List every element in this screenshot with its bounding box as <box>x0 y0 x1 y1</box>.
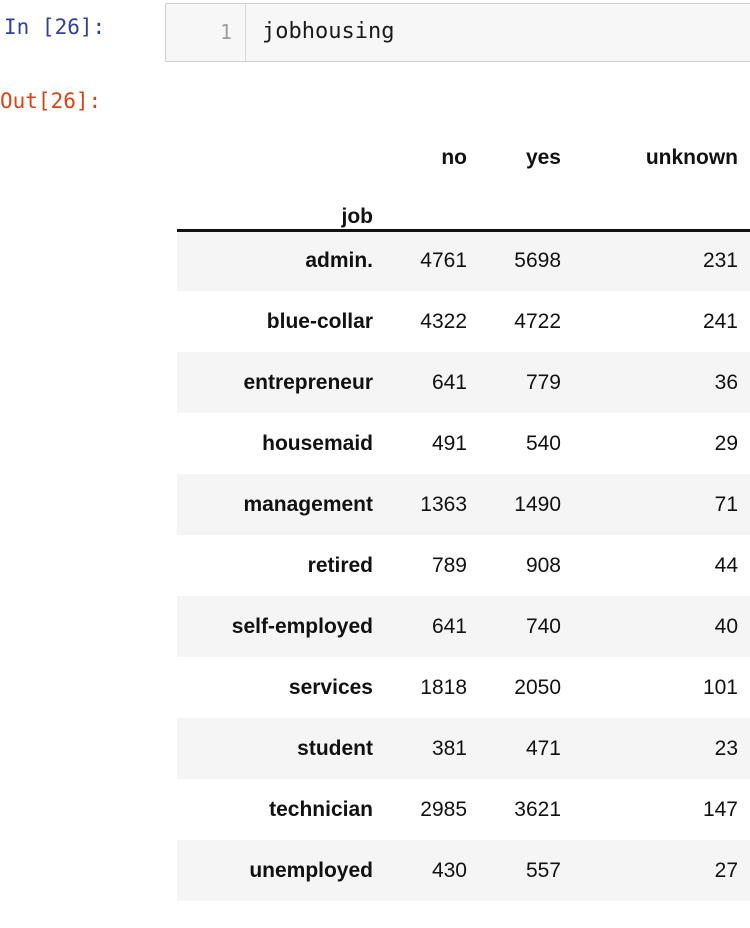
cell-yes: 5698 <box>514 249 561 273</box>
line-number-gutter: 1 <box>166 4 246 61</box>
dataframe-output: no yes unknown job admin. 4761 5698 231 … <box>177 122 750 901</box>
row-index-label: self-employed <box>231 614 373 638</box>
dataframe-table: no yes unknown job admin. 4761 5698 231 … <box>177 122 750 901</box>
table-row: unemployed 430 557 27 <box>177 840 750 901</box>
table-row: technician 2985 3621 147 <box>177 779 750 840</box>
cell-unknown: 231 <box>702 249 738 273</box>
cell-no: 381 <box>431 736 467 760</box>
row-index-label: technician <box>269 797 373 821</box>
cell-no: 1818 <box>420 675 467 699</box>
cell-unknown: 23 <box>714 736 738 760</box>
row-index-label: services <box>288 675 373 699</box>
cell-unknown: 44 <box>714 553 738 577</box>
cell-unknown: 29 <box>714 431 738 455</box>
cell-unknown: 101 <box>702 675 738 699</box>
cell-unknown: 27 <box>714 858 738 882</box>
cell-no: 430 <box>431 858 467 882</box>
table-row: housemaid 491 540 29 <box>177 413 750 474</box>
cell-no: 1363 <box>420 492 467 516</box>
cell-unknown: 71 <box>714 492 738 516</box>
notebook-input-cell: In [26]: 1 jobhousing <box>0 0 750 66</box>
line-number: 1 <box>219 20 232 44</box>
row-index-label: student <box>297 736 373 760</box>
cell-no: 4322 <box>420 309 467 333</box>
table-row: services 1818 2050 101 <box>177 657 750 718</box>
row-index-label: retired <box>307 553 373 577</box>
output-prompt-label: Out[26]: <box>0 89 102 113</box>
cell-no: 641 <box>431 614 467 638</box>
column-header-yes: yes <box>525 146 561 169</box>
table-header: no yes unknown job <box>177 122 750 232</box>
index-name-row: job <box>177 170 750 232</box>
index-row-spacer-yes <box>479 170 573 232</box>
cell-yes: 557 <box>525 858 561 882</box>
cell-no: 2985 <box>420 797 467 821</box>
column-header-row: no yes unknown <box>177 122 750 170</box>
cell-yes: 4722 <box>514 309 561 333</box>
cell-yes: 908 <box>525 553 561 577</box>
row-index-label: blue-collar <box>266 309 373 333</box>
index-row-spacer-no <box>385 170 479 232</box>
row-index-label: housemaid <box>262 431 373 455</box>
cell-unknown: 36 <box>714 370 738 394</box>
cell-yes: 779 <box>525 370 561 394</box>
table-row: management 1363 1490 71 <box>177 474 750 535</box>
table-row: self-employed 641 740 40 <box>177 596 750 657</box>
cell-unknown: 241 <box>702 309 738 333</box>
table-row: admin. 4761 5698 231 <box>177 230 750 291</box>
cell-yes: 471 <box>525 736 561 760</box>
cell-yes: 740 <box>525 614 561 638</box>
row-index-label: admin. <box>305 249 373 273</box>
cell-yes: 3621 <box>514 797 561 821</box>
cell-yes: 2050 <box>514 675 561 699</box>
cell-no: 4761 <box>420 249 467 273</box>
cell-yes: 540 <box>525 431 561 455</box>
cell-no: 789 <box>431 553 467 577</box>
row-index-label: unemployed <box>249 858 373 882</box>
cell-unknown: 147 <box>702 797 738 821</box>
cell-unknown: 40 <box>714 614 738 638</box>
row-index-label: entrepreneur <box>243 370 373 394</box>
table-body: admin. 4761 5698 231 blue-collar 4322 47… <box>177 230 750 901</box>
table-row: student 381 471 23 <box>177 718 750 779</box>
index-name-cell: job <box>177 170 385 232</box>
table-row: entrepreneur 641 779 36 <box>177 352 750 413</box>
row-index-label: management <box>243 492 373 516</box>
code-input-text[interactable]: jobhousing <box>262 19 394 45</box>
index-row-spacer-unknown <box>573 170 750 232</box>
code-editor[interactable]: 1 jobhousing <box>165 3 750 62</box>
cell-no: 641 <box>431 370 467 394</box>
table-row: blue-collar 4322 4722 241 <box>177 291 750 352</box>
column-header-unknown: unknown <box>645 146 738 169</box>
cell-yes: 1490 <box>514 492 561 516</box>
input-prompt-label: In [26]: <box>4 15 106 39</box>
cell-no: 491 <box>431 431 467 455</box>
column-header-no: no <box>441 146 467 169</box>
table-row: retired 789 908 44 <box>177 535 750 596</box>
corner-cell <box>177 122 385 170</box>
